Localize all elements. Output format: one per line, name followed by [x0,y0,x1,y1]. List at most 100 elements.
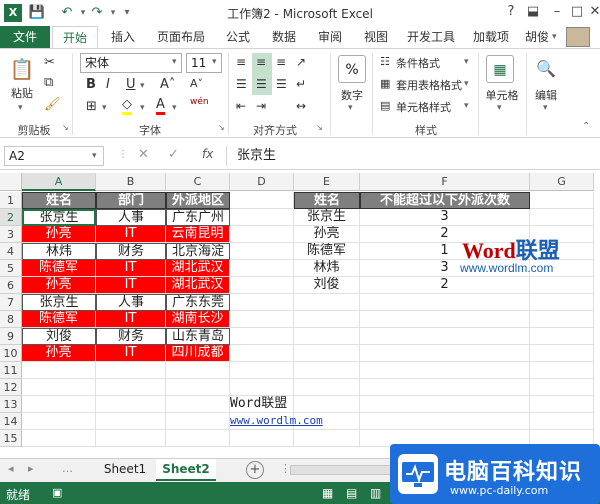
table1-cell[interactable]: 云南昆明 [166,226,230,243]
page-break-view-icon[interactable]: ▥ [370,486,381,500]
row-header-13[interactable]: 13 [0,396,22,413]
grid-cell[interactable] [294,362,360,379]
table2-header[interactable]: 不能超过以下外派次数 [360,192,530,209]
tab-data[interactable]: 数据 [262,26,306,48]
merge-center-icon[interactable]: ↔ [296,99,306,113]
tab-developer[interactable]: 开发工具 [400,26,462,48]
table1-cell[interactable]: 林炜 [22,243,96,260]
grid-cell[interactable] [96,413,166,430]
prev-sheet-icon[interactable]: ◂ [8,462,14,475]
next-sheet-icon[interactable]: ▸ [28,462,34,475]
user-name[interactable]: 胡俊 [522,26,552,48]
grid-cell[interactable] [166,413,230,430]
table1-cell[interactable]: 湖南长沙 [166,311,230,328]
italic-button[interactable]: I [106,77,110,92]
table1-cell[interactable]: 广东广州 [166,209,230,226]
row-header-7[interactable]: 7 [0,294,22,311]
column-header-b[interactable]: B [96,173,166,191]
row-header-10[interactable]: 10 [0,345,22,362]
cut-icon[interactable]: ✂ [44,55,55,70]
table2-header[interactable]: 姓名 [294,192,360,209]
grid-cell[interactable] [530,294,594,311]
grid-cell[interactable] [360,311,530,328]
table2-cell[interactable]: 陈德军 [294,243,360,260]
grid-cell[interactable] [230,209,294,226]
link-cell[interactable]: www.wordlm.com [230,413,360,430]
tab-review[interactable]: 审阅 [308,26,352,48]
middle-align-icon[interactable]: ≡ [256,55,266,69]
decrease-font-icon[interactable]: A˅ [190,77,203,90]
cells-icon[interactable]: ▦ [486,55,514,83]
name-box-dropdown-icon[interactable]: ▾ [92,151,97,161]
font-color-dropdown-icon[interactable]: ▾ [172,103,177,113]
table1-header[interactable]: 姓名 [22,192,96,209]
table1-cell[interactable]: 孙亮 [22,277,96,294]
grid-cell[interactable] [230,311,294,328]
cells-label[interactable]: 单元格 [480,87,524,103]
grid-cell[interactable] [230,277,294,294]
grid-cell[interactable] [530,413,594,430]
row-header-14[interactable]: 14 [0,413,22,430]
grid-cell[interactable] [530,209,594,226]
grid-cell[interactable] [230,328,294,345]
grid-cell[interactable] [530,362,594,379]
increase-indent-icon[interactable]: ⇥ [256,99,266,113]
phonetic-icon[interactable]: wén [190,97,209,107]
name-box[interactable]: A2 [4,146,104,166]
sheet-tab-sheet2[interactable]: Sheet2 [156,459,216,481]
grid-cell[interactable] [530,277,594,294]
row-header-2[interactable]: 2 [0,209,22,226]
tab-view[interactable]: 视图 [354,26,398,48]
number-format-icon[interactable]: % [338,55,366,83]
row-header-5[interactable]: 5 [0,260,22,277]
fill-color-icon[interactable]: ◇ [122,97,132,115]
grid-cell[interactable] [166,362,230,379]
column-header-c[interactable]: C [166,173,230,191]
grid-cell[interactable] [360,328,530,345]
grid-cell[interactable] [22,379,96,396]
grid-cell[interactable] [294,345,360,362]
edit-dropdown-icon[interactable]: ▾ [543,103,548,113]
clipboard-launcher-icon[interactable]: ↘ [62,123,69,132]
cell-style-icon[interactable]: ▤ [380,99,390,112]
enter-icon[interactable]: ✓ [168,147,179,162]
table1-cell[interactable]: 刘俊 [22,328,96,345]
grid-cell[interactable] [230,379,294,396]
grid-cell[interactable] [22,362,96,379]
conditional-format-button[interactable]: 条件格式 [396,55,440,71]
align-left-icon[interactable]: ☰ [236,77,247,91]
tab-formulas[interactable]: 公式 [216,26,260,48]
cancel-icon[interactable]: ✕ [138,147,149,162]
alignment-launcher-icon[interactable]: ↘ [316,123,323,132]
grid-cell[interactable] [530,396,594,413]
table-format-dropdown-icon[interactable]: ▾ [464,79,469,89]
format-painter-icon[interactable]: 🖌 [44,97,61,112]
grid-cell[interactable] [230,243,294,260]
font-size-dropdown-icon[interactable]: ▾ [212,57,217,67]
grid-cell[interactable] [166,396,230,413]
table-format-icon[interactable]: ▦ [380,77,390,90]
macro-record-icon[interactable]: ▣ [52,486,62,499]
grid-cell[interactable] [230,260,294,277]
formula-input[interactable]: 张京生 [226,146,594,166]
sheet-tab-sheet1[interactable]: Sheet1 [96,459,154,481]
grid-cell[interactable] [22,413,96,430]
grid-cell[interactable] [294,311,360,328]
grid-cell[interactable] [360,362,530,379]
ribbon-display-icon[interactable]: ⬓ [522,2,544,22]
paste-label[interactable]: 粘贴 [8,85,36,101]
number-label[interactable]: 数字 [336,87,368,103]
bold-button[interactable]: B [86,77,96,92]
grid-cell[interactable] [360,413,530,430]
row-header-4[interactable]: 4 [0,243,22,260]
table1-cell[interactable]: 北京海淀 [166,243,230,260]
font-name-select[interactable]: 宋体 [80,53,182,73]
minimize-icon[interactable]: – [546,2,568,22]
column-header-f[interactable]: F [360,173,530,191]
table1-cell[interactable]: 湖北武汉 [166,277,230,294]
grid-cell[interactable] [230,294,294,311]
table1-cell[interactable]: 四川成都 [166,345,230,362]
row-header-3[interactable]: 3 [0,226,22,243]
fill-color-dropdown-icon[interactable]: ▾ [140,103,145,113]
border-dropdown-icon[interactable]: ▾ [102,103,107,113]
